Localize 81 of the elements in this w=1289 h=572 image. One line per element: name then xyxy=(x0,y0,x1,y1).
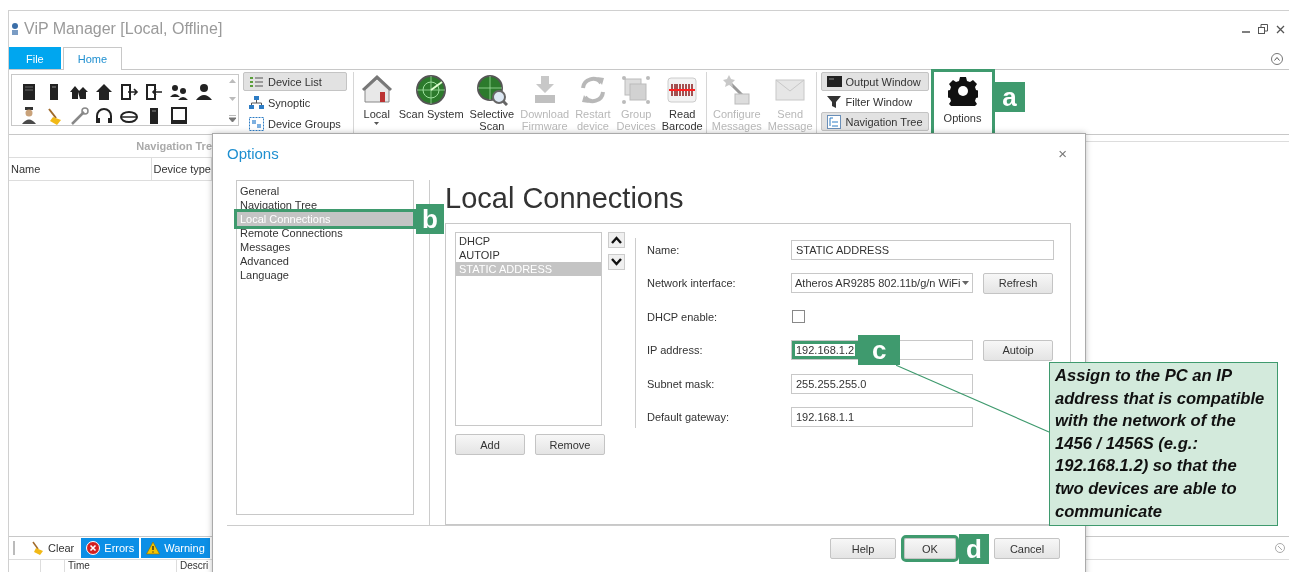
list-icon xyxy=(249,74,264,89)
view-button[interactable]: Device Groups xyxy=(243,114,347,133)
radar-icon xyxy=(415,74,448,106)
terminal-icon xyxy=(826,74,842,89)
column-header[interactable]: Name xyxy=(9,158,152,180)
app-icon xyxy=(10,22,20,36)
callout-label: d xyxy=(959,533,989,564)
page-item[interactable]: Navigation Tree xyxy=(237,198,413,212)
panel-toggle[interactable]: Navigation Tree xyxy=(820,112,929,131)
command-button[interactable]: Read Barcode xyxy=(658,72,706,134)
page-item[interactable]: Language xyxy=(237,268,413,282)
window-title: ViP Manager [Local, Offline] xyxy=(24,20,223,38)
command-button[interactable]: Local xyxy=(357,72,396,134)
field-label: DHCP enable: xyxy=(647,310,719,323)
broom-icon xyxy=(30,541,44,555)
column-header[interactable]: Time xyxy=(65,560,177,572)
radar-magnifier-icon xyxy=(475,74,508,106)
barcode-icon xyxy=(666,74,699,106)
close-button[interactable]: × xyxy=(1054,144,1071,162)
field-button[interactable]: Refresh xyxy=(983,272,1053,294)
field-label: Network interface: xyxy=(647,277,737,290)
gear-icon xyxy=(947,76,978,106)
checkbox[interactable] xyxy=(792,310,805,324)
field-label: Subnet mask: xyxy=(647,377,716,390)
note-text: Assign to the PC an IP address that is compatible with the network of the 1456 / 1456S (e.g.: 192.168.1.2) so that the two devices are able to communicate xyxy=(1049,362,1278,527)
move-up-button[interactable] xyxy=(608,232,625,248)
ribbon-tab[interactable]: Home xyxy=(62,47,123,70)
more-icon[interactable] xyxy=(228,115,236,122)
funnel-icon xyxy=(826,94,842,109)
callout-label: a xyxy=(994,82,1025,112)
field-button[interactable]: Autoip xyxy=(983,339,1053,361)
input-field[interactable]: STATIC ADDRESS xyxy=(791,239,1054,260)
cancel-button[interactable]: Cancel xyxy=(994,538,1060,559)
panel-toggle[interactable]: Filter Window xyxy=(820,92,929,111)
input-field[interactable]: 255.255.255.0 xyxy=(791,373,973,394)
grouped-boxes-icon xyxy=(249,116,264,131)
view-button[interactable]: Device List xyxy=(243,72,347,91)
callout-label: b xyxy=(416,204,444,234)
command-button[interactable]: Selective Scan xyxy=(466,72,518,134)
field-label: Default gateway: xyxy=(647,411,730,424)
connection-item[interactable]: AUTOIP xyxy=(456,248,601,262)
remove-button[interactable]: Remove xyxy=(535,434,605,455)
restore-icon[interactable] xyxy=(1258,24,1268,34)
input-field[interactable]: 192.168.1.1 xyxy=(791,407,973,428)
error-icon xyxy=(86,541,101,555)
page-item[interactable]: Remote Connections xyxy=(237,226,413,240)
warning-icon xyxy=(146,541,161,555)
connection-item[interactable]: DHCP xyxy=(456,234,601,248)
tree-list-icon xyxy=(826,114,842,129)
hierarchy-icon xyxy=(249,95,264,110)
house-icon xyxy=(360,74,393,106)
help-button[interactable]: Help xyxy=(830,538,896,559)
headset-icon[interactable] xyxy=(93,106,115,126)
door-arrow-icon[interactable] xyxy=(143,82,165,102)
chevron-up-icon xyxy=(611,236,622,244)
view-button[interactable]: Synoptic xyxy=(243,93,347,112)
command-button[interactable]: Scan System xyxy=(395,72,467,134)
close-icon[interactable] xyxy=(1276,24,1285,34)
page-item[interactable]: General xyxy=(237,184,413,198)
page-item[interactable]: Advanced xyxy=(237,254,413,268)
add-button[interactable]: Add xyxy=(455,434,525,455)
stacked-squares-icon xyxy=(620,74,653,106)
field-label: IP address: xyxy=(647,344,704,357)
chevron-down-icon xyxy=(611,258,622,266)
dialog-title: Options xyxy=(227,144,279,162)
page-item[interactable]: Messages xyxy=(237,240,413,254)
people-icon[interactable] xyxy=(168,82,190,102)
callout-label: c xyxy=(858,335,901,366)
field-value: Atheros AR9285 802.11b/g/n WiFi xyxy=(795,277,961,290)
door-arrow-icon[interactable] xyxy=(118,82,140,102)
page-heading: Local Connections xyxy=(445,181,685,216)
options-button[interactable]: Options xyxy=(933,72,992,134)
field-label: Name: xyxy=(647,243,681,256)
ok-button[interactable]: OK xyxy=(904,538,956,559)
person-icon[interactable] xyxy=(193,82,215,102)
dropdown-field[interactable]: Atheros AR9285 802.11b/g/n WiFi xyxy=(791,273,973,294)
move-down-button[interactable] xyxy=(608,254,625,270)
monitor-icon[interactable] xyxy=(168,106,190,126)
panel-toggle[interactable]: Output Window xyxy=(820,72,929,91)
output-filter-button[interactable]: Clear xyxy=(25,538,80,558)
caret-icon xyxy=(962,281,969,286)
